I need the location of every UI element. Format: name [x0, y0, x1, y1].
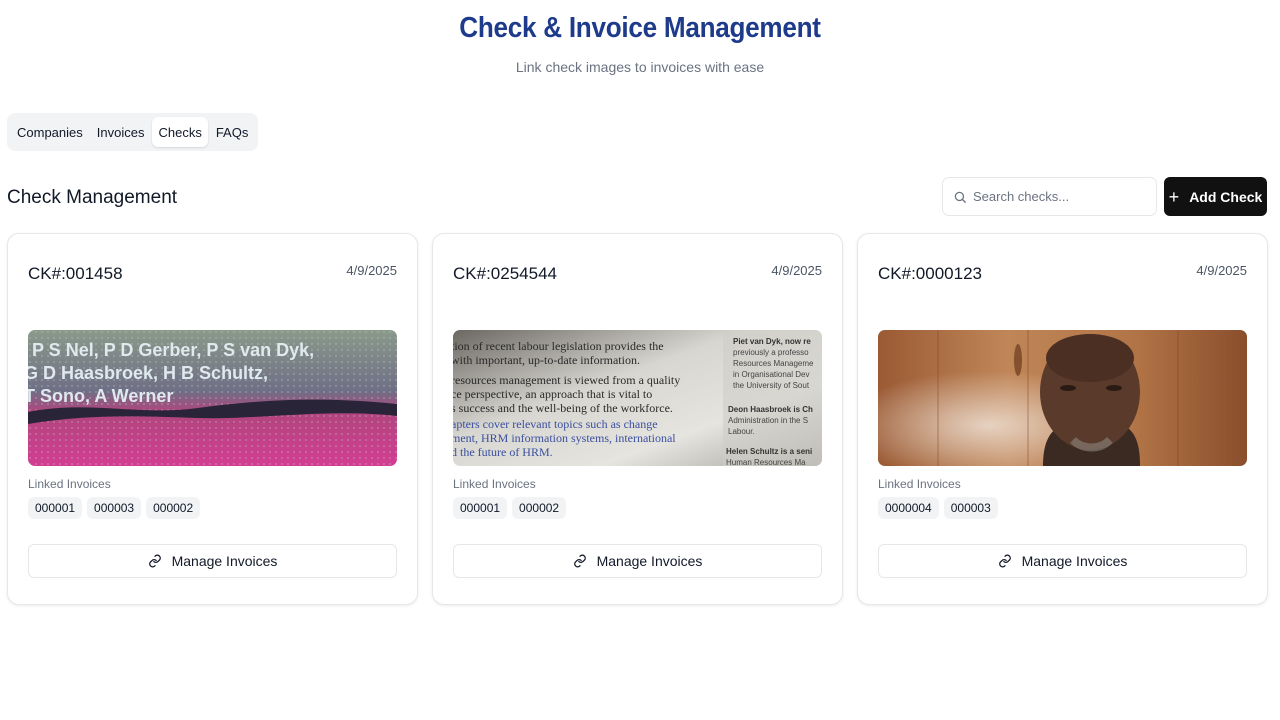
- check-number: CK#:0000123: [878, 264, 982, 283]
- image-text-line: P S Nel, P D Gerber, P S van Dyk,: [32, 340, 314, 360]
- invoice-chip: 000002: [512, 497, 567, 519]
- invoice-chips: 000001 000003 000002: [28, 497, 201, 519]
- add-check-label: Add Check: [1189, 188, 1263, 205]
- linked-invoices-label: Linked Invoices: [28, 477, 111, 491]
- image-text-line: T Sono, A Werner: [28, 386, 173, 406]
- manage-invoices-label: Manage Invoices: [171, 553, 278, 569]
- image-text-line: G D Haasbroek, H B Schultz,: [28, 363, 268, 383]
- manage-invoices-button[interactable]: Manage Invoices: [453, 544, 822, 578]
- image-side-text: Piet van Dyk, now re: [733, 337, 811, 346]
- search-input[interactable]: [973, 189, 1143, 204]
- manage-invoices-button[interactable]: Manage Invoices: [28, 544, 397, 578]
- tab-invoices[interactable]: Invoices: [91, 117, 151, 147]
- tab-faqs[interactable]: FAQs: [210, 117, 255, 147]
- link-icon: [148, 554, 161, 568]
- link-icon: [573, 554, 586, 568]
- image-text-line: resources management is viewed from a qu…: [453, 373, 680, 387]
- image-side-text: Administration in the S: [728, 416, 808, 425]
- image-side-text: Human Resources Ma: [726, 458, 806, 466]
- manage-invoices-button[interactable]: Manage Invoices: [878, 544, 1247, 578]
- image-side-text: the University of Sout: [733, 381, 810, 390]
- page-title: Check & Invoice Management: [459, 12, 821, 44]
- check-card: CK#:0000123 4/9/2025 Linked Invoices 000…: [857, 233, 1268, 605]
- image-side-text: Resources Manageme: [733, 359, 814, 368]
- manage-invoices-label: Manage Invoices: [1021, 553, 1128, 569]
- image-side-text: Helen Schultz is a seni: [726, 447, 812, 456]
- check-image[interactable]: P S Nel, P D Gerber, P S van Dyk, G D Ha…: [28, 330, 397, 466]
- check-number: CK#:0254544: [453, 264, 557, 283]
- check-date: 4/9/2025: [771, 263, 822, 278]
- add-check-button[interactable]: + Add Check: [1164, 177, 1267, 216]
- image-side-text: in Organisational Dev: [733, 370, 809, 379]
- check-date: 4/9/2025: [346, 263, 397, 278]
- image-text-line: d the future of HRM.: [453, 445, 553, 459]
- link-icon: [998, 554, 1011, 568]
- invoice-chips: 000001 000002: [453, 497, 567, 519]
- image-text-line: ce perspective, an approach that is vita…: [453, 387, 652, 401]
- check-card: CK#:0254544 4/9/2025 tion of recent labo…: [432, 233, 843, 605]
- check-image[interactable]: [878, 330, 1247, 466]
- check-card: CK#:001458 4/9/2025 P S Nel, P D Gerber,…: [7, 233, 418, 605]
- invoice-chip: 0000004: [878, 497, 939, 519]
- image-text-line: with important, up-to-date information.: [453, 353, 640, 367]
- check-image[interactable]: tion of recent labour legislation provid…: [453, 330, 822, 466]
- image-side-text: Deon Haasbroek is Ch: [728, 405, 813, 414]
- search-box: [942, 177, 1157, 216]
- invoice-chip: 000003: [943, 497, 998, 519]
- linked-invoices-label: Linked Invoices: [453, 477, 536, 491]
- image-text-line: apters cover relevant topics such as cha…: [453, 417, 658, 431]
- page-header: Check & Invoice Management Link check im…: [0, 10, 1280, 76]
- image-side-text: previously a professo: [733, 348, 809, 357]
- image-text-line: s success and the well-being of the work…: [453, 401, 673, 415]
- tab-companies[interactable]: Companies: [11, 117, 89, 147]
- search-icon: [954, 191, 966, 203]
- tab-bar: Companies Invoices Checks FAQs: [7, 113, 259, 151]
- image-text-line: tion of recent labour legislation provid…: [453, 339, 664, 353]
- manage-invoices-label: Manage Invoices: [596, 553, 703, 569]
- image-side-text: Labour.: [728, 427, 755, 436]
- check-number: CK#:001458: [28, 264, 123, 283]
- tab-checks[interactable]: Checks: [152, 117, 208, 147]
- image-text-line: ment, HRM information systems, internati…: [453, 431, 676, 445]
- invoice-chips: 0000004 000003: [878, 497, 998, 519]
- invoice-chip: 000001: [28, 497, 83, 519]
- invoice-chip: 000002: [146, 497, 201, 519]
- invoice-chip: 000003: [87, 497, 142, 519]
- linked-invoices-label: Linked Invoices: [878, 477, 961, 491]
- page-subtitle: Link check images to invoices with ease: [515, 59, 765, 75]
- invoice-chip: 000001: [453, 497, 508, 519]
- plus-icon: +: [1168, 186, 1180, 207]
- section-title: Check Management: [7, 187, 178, 208]
- check-date: 4/9/2025: [1196, 263, 1247, 278]
